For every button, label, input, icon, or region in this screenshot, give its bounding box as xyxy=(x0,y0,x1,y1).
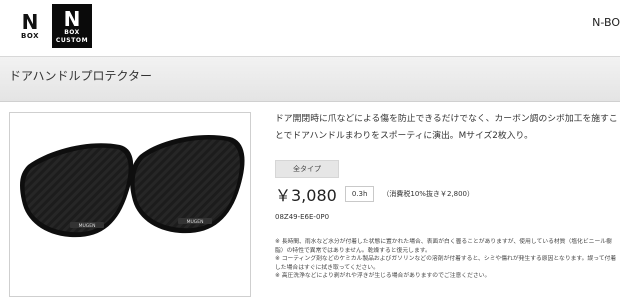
notes: ※ 長時間、雨水など水分が付着した状態に置かれた場合、表面が白く曇ることがありま… xyxy=(275,238,620,281)
nbox-logo[interactable]: N BOX xyxy=(10,4,50,48)
page-title-bar: ドアハンドルプロテクター xyxy=(0,56,620,102)
nbox-custom-logo-box: BOX xyxy=(64,28,80,36)
tax-note: （消費税10%抜き￥2,800） xyxy=(382,190,474,198)
left-brand-mark: MUGEN xyxy=(79,223,96,229)
price-row: ￥3,080 0.3h （消費税10%抜き￥2,800） xyxy=(275,183,474,205)
nbox-logo-letter: N xyxy=(21,10,39,34)
part-number: 08Z49-E6E-0P0 xyxy=(275,213,330,221)
nbox-logo-text: BOX xyxy=(21,32,39,40)
nbox-custom-logo[interactable]: N BOX CUSTOM xyxy=(52,4,92,48)
product-description: ドア開閉時に爪などによる傷を防止できるだけでなく、カーボン調のシボ加工を施すこと… xyxy=(275,114,618,141)
note-item: ※ 高圧洗浄などにより剥がれや浮きが生じる場合がありますのでご注意ください。 xyxy=(275,273,491,280)
nbox-custom-logo-letter: N xyxy=(63,6,81,31)
product-image: MUGEN MUGEN xyxy=(9,112,251,297)
door-handle-protector-illustration: MUGEN MUGEN xyxy=(20,135,245,238)
nbox-custom-logo-custom: CUSTOM xyxy=(55,36,89,44)
right-brand-mark: MUGEN xyxy=(187,219,204,225)
note-item: ※ コーティング剤などのケミカル製品およびガソリンなどの溶剤が付着すると、シミや… xyxy=(275,256,617,271)
price: ￥3,080 xyxy=(275,186,337,205)
install-hours-badge: 0.3h xyxy=(344,186,375,202)
note-item: ※ 長時間、雨水など水分が付着した状態に置かれた場合、表面が白く曇ることがありま… xyxy=(275,239,612,254)
top-bar: N BOX N BOX CUSTOM N-BO xyxy=(0,0,620,56)
type-tag: 全タイプ xyxy=(275,160,339,178)
left-protector: MUGEN xyxy=(20,143,134,238)
right-protector: MUGEN xyxy=(130,135,245,234)
page-title: ドアハンドルプロテクター xyxy=(9,69,153,83)
model-nav-link[interactable]: N-BO xyxy=(592,16,620,29)
